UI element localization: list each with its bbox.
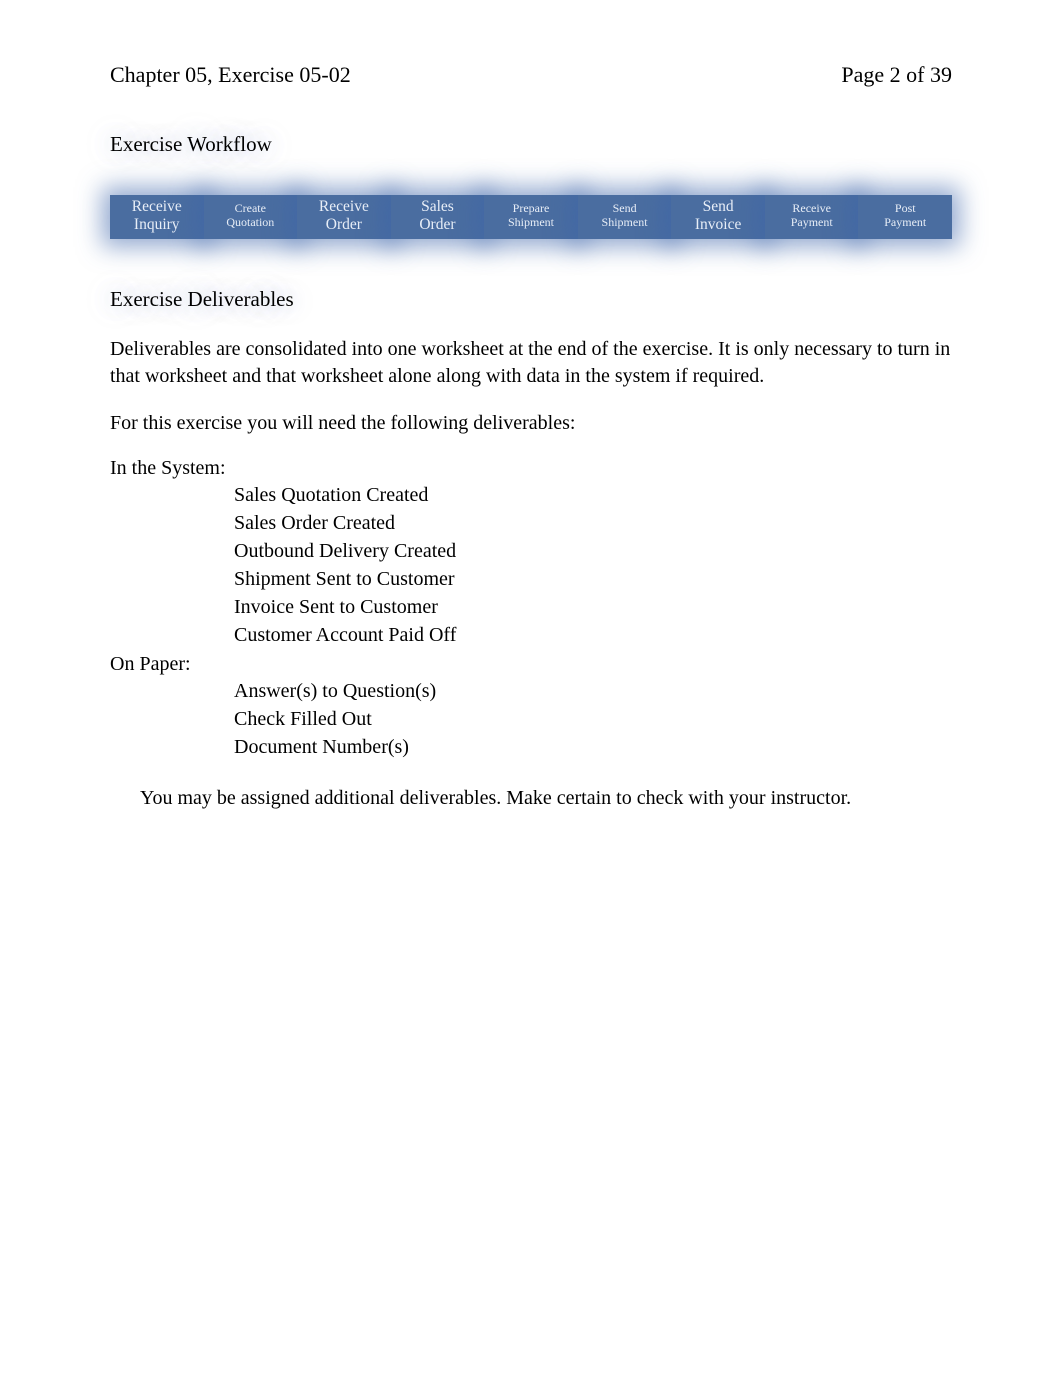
- list-item: Document Number(s): [110, 736, 952, 759]
- on-paper-list: Answer(s) to Question(s) Check Filled Ou…: [110, 680, 952, 759]
- list-item: Check Filled Out: [110, 708, 952, 731]
- workflow-step-line2: Payment: [767, 216, 857, 230]
- workflow-step-line2: Quotation: [206, 216, 296, 230]
- workflow-step-line1: Create: [206, 202, 296, 216]
- list-item-text: Check Filled Out: [234, 708, 952, 731]
- workflow-step-line2: Payment: [860, 216, 950, 230]
- list-item: Customer Account Paid Off: [110, 624, 952, 647]
- workflow-step-line1: Receive: [767, 202, 857, 216]
- list-item-text: Document Number(s): [234, 736, 952, 759]
- list-item: Shipment Sent to Customer: [110, 568, 952, 591]
- deliverables-need: For this exercise you will need the foll…: [110, 410, 952, 437]
- list-item: Invoice Sent to Customer: [110, 596, 952, 619]
- workflow-step-line1: Sales: [393, 198, 483, 216]
- list-item-text: Answer(s) to Question(s): [234, 680, 952, 703]
- list-item: Answer(s) to Question(s): [110, 680, 952, 703]
- workflow-step: Receive Order: [297, 195, 391, 239]
- instructor-note: You may be assigned additional deliverab…: [110, 787, 952, 810]
- workflow-step-line2: Order: [299, 216, 389, 234]
- workflow-step-line1: Post: [860, 202, 950, 216]
- workflow-step-line2: Shipment: [486, 216, 576, 230]
- list-item-text: Sales Order Created: [234, 512, 952, 535]
- list-item-text: Shipment Sent to Customer: [234, 568, 952, 591]
- workflow-step-line1: Receive: [112, 198, 202, 216]
- page-header: Chapter 05, Exercise 05-02 Page 2 of 39: [110, 62, 952, 88]
- header-chapter: Chapter 05, Exercise 05-02: [110, 62, 351, 88]
- header-page-number: Page 2 of 39: [841, 62, 952, 88]
- list-item-text: Outbound Delivery Created: [234, 540, 952, 563]
- deliverables-intro: Deliverables are consolidated into one w…: [110, 336, 952, 390]
- workflow-step: Send Invoice: [671, 195, 765, 239]
- list-item: Sales Order Created: [110, 512, 952, 535]
- list-item-text: Sales Quotation Created: [234, 484, 952, 507]
- workflow-title: Exercise Workflow: [110, 132, 952, 157]
- workflow-step-line2: Shipment: [580, 216, 670, 230]
- workflow-step: Receive Payment: [765, 195, 859, 239]
- in-system-list: Sales Quotation Created Sales Order Crea…: [110, 484, 952, 647]
- on-paper-heading: On Paper:: [110, 653, 952, 676]
- workflow-step-line1: Prepare: [486, 202, 576, 216]
- workflow-step-line1: Send: [673, 198, 763, 216]
- workflow-step-line2: Order: [393, 216, 483, 234]
- deliverables-title: Exercise Deliverables: [110, 287, 952, 312]
- workflow-step: Send Shipment: [578, 195, 672, 239]
- workflow-step: Create Quotation: [204, 195, 298, 239]
- list-item-text: Customer Account Paid Off: [234, 624, 952, 647]
- list-item: Outbound Delivery Created: [110, 540, 952, 563]
- list-item: Sales Quotation Created: [110, 484, 952, 507]
- list-item-text: Invoice Sent to Customer: [234, 596, 952, 619]
- workflow-step-line2: Inquiry: [112, 216, 202, 234]
- workflow-step: Prepare Shipment: [484, 195, 578, 239]
- workflow-step-line1: Receive: [299, 198, 389, 216]
- workflow-step: Receive Inquiry: [110, 195, 204, 239]
- in-system-heading: In the System:: [110, 457, 952, 480]
- instructor-note-text: You may be assigned additional deliverab…: [140, 787, 952, 810]
- workflow-step: Post Payment: [858, 195, 952, 239]
- workflow-step: Sales Order: [391, 195, 485, 239]
- workflow-step-line1: Send: [580, 202, 670, 216]
- workflow-diagram: Receive Inquiry Create Quotation Receive…: [110, 195, 952, 239]
- workflow-step-line2: Invoice: [673, 216, 763, 234]
